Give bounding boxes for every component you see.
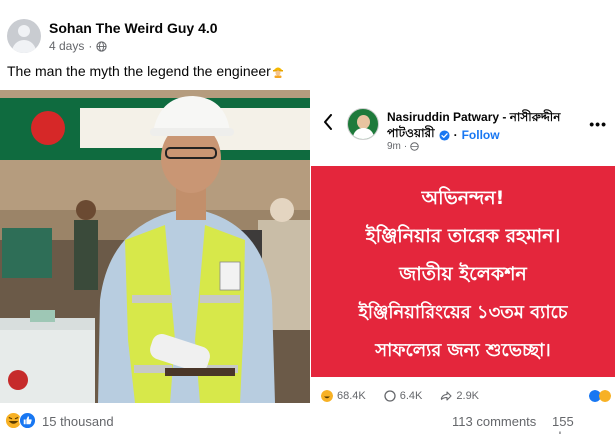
construction-worker-emoji-icon [272,67,283,78]
reaction-icons[interactable] [5,412,36,429]
post-header: Sohan The Weird Guy 4.0 4 days · [0,0,615,60]
engineer-photo-illustration [0,90,310,403]
message-line-5: সাফল্যের জন্য শুভেচ্ছা। [375,340,551,361]
verified-badge-icon [439,129,450,141]
shared-shares-count: 2.9K [456,390,480,402]
shared-post-screenshot[interactable]: Nasiruddin Patwary - নাসীরুদ্দীন পাটওয়া… [311,90,615,403]
shared-post-time-dot: · [403,141,408,152]
shared-post-time: 9m [387,141,401,152]
shared-post-stats: 68.4K 6.4K 2.9K [321,390,493,402]
comments-count[interactable]: 113 comments [452,414,536,429]
message-line-3: জাতীয় ইলেকশন [399,263,527,285]
post-time[interactable]: 4 days [49,39,84,53]
follow-button[interactable]: Follow [462,128,500,142]
shares-count[interactable]: 155 shares [552,414,615,434]
reaction-count[interactable]: 15 thousand [42,414,114,429]
author-avatar[interactable] [7,19,41,53]
comment-icon [384,390,396,402]
globe-icon [96,40,107,52]
follow-dot: · [453,128,458,142]
shared-reactions-count: 68.4K [337,390,366,402]
shared-comments-count: 6.4K [399,390,423,402]
shared-post-meta: 9m · [387,141,419,152]
back-arrow-icon[interactable] [323,114,333,130]
shared-comments-stat[interactable]: 6.4K [384,390,423,402]
post-meta: 4 days · [49,39,107,53]
congratulation-card: অভিনন্দন! ইঞ্জিনিয়ার তারেক রহমান। জাতীয… [311,166,615,377]
shared-post-side-reactions [589,390,611,402]
haha-reaction-icon [599,390,611,402]
globe-icon [410,142,419,151]
author-name[interactable]: Sohan The Weird Guy 4.0 [49,20,218,36]
message-line-1: অভিনন্দন! [421,187,505,209]
post-text-content: The man the myth the legend the engineer [7,63,271,79]
haha-reaction-icon [321,390,333,402]
message-line-2: ইঞ্জিনিয়ার তারেক রহমান। [365,225,561,247]
post-photo[interactable] [0,90,310,403]
page-avatar[interactable] [347,108,379,140]
post-text: The man the myth the legend the engineer [7,63,284,79]
shared-reactions-stat[interactable]: 68.4K [321,390,366,402]
post-footer: 15 thousand 113 comments 155 shares [0,405,615,434]
more-options-button[interactable]: ••• [589,116,607,132]
like-reaction-icon [19,412,36,429]
message-line-4: ইঞ্জিনিয়ারিংয়ের ১৩তম ব্যাচে [358,302,568,323]
share-icon [440,391,452,401]
meta-separator: · [88,39,93,53]
shared-shares-stat[interactable]: 2.9K [440,390,479,402]
